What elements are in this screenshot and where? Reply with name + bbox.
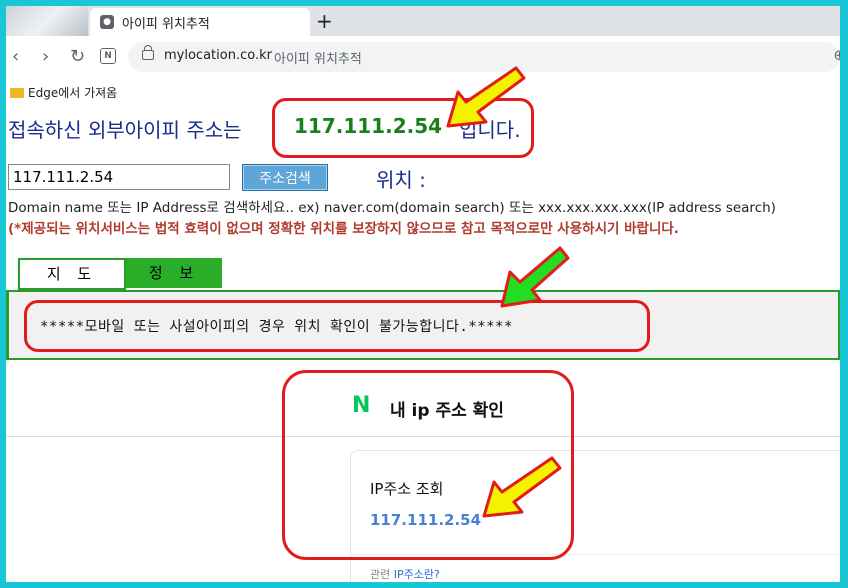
new-tab-button[interactable]: + — [316, 9, 333, 33]
browser-tab[interactable]: ● 아이피 위치추적 — [90, 8, 310, 36]
search-button[interactable]: 주소검색 — [242, 164, 328, 191]
url-text: mylocation.co.kr — [164, 48, 272, 63]
tab-strip: ● 아이피 위치추적 + — [6, 6, 840, 36]
tab-title: 아이피 위치추적 — [122, 17, 210, 32]
location-label: 위치 : — [376, 168, 426, 192]
back-icon[interactable]: ‹ — [12, 46, 19, 67]
folder-icon — [10, 88, 24, 98]
what-is-ip-link[interactable]: IP주소란? — [394, 568, 440, 581]
help-text: Domain name 또는 IP Address로 검색하세요.. ex) n… — [8, 200, 776, 216]
lock-icon — [142, 45, 154, 60]
yellow-arrow-icon — [446, 66, 526, 128]
refresh-icon[interactable]: ↻ — [70, 46, 85, 67]
card-footer: 관련 IP주소란? — [370, 566, 440, 582]
favorites-folder[interactable]: Edge에서 가져옴 — [28, 84, 117, 101]
location-pin-icon: ● — [100, 15, 114, 29]
yellow-arrow-icon-2 — [482, 456, 562, 518]
warning-text: (*제공되는 위치서비스는 법적 효력이 없으며 정확한 위치를 보장하지 않으… — [8, 221, 679, 237]
browser-window: ● 아이피 위치추적 + ‹ › ↻ N mylocation.co.kr 아이… — [6, 6, 840, 582]
forward-icon[interactable]: › — [42, 46, 49, 67]
search-input[interactable] — [8, 164, 230, 190]
naver-extension-icon[interactable]: N — [100, 48, 116, 64]
tab-decoration — [6, 6, 88, 36]
browser-toolbar: ‹ › ↻ N mylocation.co.kr 아이피 위치추적 ⊕ — [6, 36, 840, 78]
ip-headline: 접속하신 외부아이피 주소는 117.111.2.54 입니다. — [8, 114, 521, 143]
tab-info[interactable]: 정 보 — [126, 258, 222, 288]
tab-map[interactable]: 지 도 — [18, 258, 126, 290]
zoom-icon[interactable]: ⊕ — [833, 46, 840, 64]
headline-prefix: 접속하신 외부아이피 주소는 — [8, 118, 242, 142]
footer-prefix: 관련 — [370, 568, 391, 581]
green-arrow-icon — [500, 246, 570, 308]
url-page-title: 아이피 위치추적 — [274, 52, 362, 67]
